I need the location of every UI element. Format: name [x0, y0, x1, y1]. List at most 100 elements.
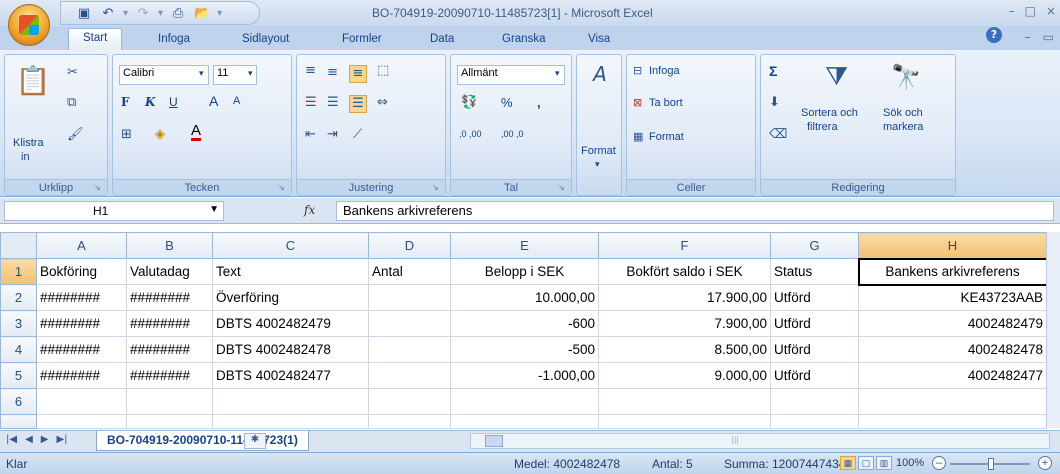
grow-font-button[interactable]: A: [209, 93, 218, 109]
cell[interactable]: Utförd: [770, 310, 859, 337]
cell[interactable]: [212, 414, 369, 429]
font-color-icon[interactable]: A: [191, 123, 202, 141]
number-format-select[interactable]: Allmänt: [457, 65, 565, 85]
cell[interactable]: Status: [770, 258, 859, 285]
cell[interactable]: DBTS 4002482477: [212, 362, 369, 389]
insert-cells-icon[interactable]: ⊟: [633, 63, 642, 79]
cell[interactable]: 4002482477: [858, 362, 1047, 389]
format-cells-icon[interactable]: ▦: [633, 129, 643, 145]
tab-visa[interactable]: Visa: [588, 30, 610, 50]
cell[interactable]: [36, 388, 127, 415]
column-header-f[interactable]: F: [598, 232, 771, 259]
align-bottom-icon[interactable]: ≡: [349, 65, 367, 83]
save-icon[interactable]: ▣: [75, 5, 93, 21]
cell[interactable]: ########: [36, 362, 127, 389]
cell[interactable]: [368, 310, 451, 337]
cell[interactable]: [858, 388, 1047, 415]
tab-data[interactable]: Data: [430, 30, 454, 50]
cell[interactable]: ########: [126, 310, 213, 337]
cell[interactable]: [126, 388, 213, 415]
zoom-out-button[interactable]: –: [932, 456, 946, 470]
prev-sheet-icon[interactable]: ◀: [25, 434, 33, 445]
row-header[interactable]: 6: [0, 388, 37, 415]
paste-sub-label[interactable]: in: [21, 151, 30, 163]
cell[interactable]: Utförd: [770, 284, 859, 311]
redo-icon[interactable]: ↷: [134, 5, 152, 21]
cell[interactable]: ########: [126, 336, 213, 363]
close-button[interactable]: ×: [1046, 4, 1056, 18]
italic-button[interactable]: K: [145, 95, 155, 109]
delete-cells-icon[interactable]: ⊠: [633, 95, 642, 111]
chevron-down-icon[interactable]: ▼: [209, 204, 219, 215]
cell[interactable]: Text: [212, 258, 369, 285]
column-header-h[interactable]: H: [858, 232, 1047, 259]
cell[interactable]: 8.500,00: [598, 336, 771, 363]
cell[interactable]: Bokfört saldo i SEK: [598, 258, 771, 285]
column-header-a[interactable]: A: [36, 232, 127, 259]
align-right-icon[interactable]: ☰: [349, 95, 367, 113]
currency-icon[interactable]: 💱: [461, 95, 477, 111]
delete-cells-button[interactable]: Ta bort: [649, 97, 683, 109]
sheet-tab[interactable]: BO-704919-20090710-11485723(1): [96, 431, 309, 451]
cell[interactable]: [126, 414, 213, 429]
name-box[interactable]: H1 ▼: [4, 201, 224, 221]
cell[interactable]: Valutadag: [126, 258, 213, 285]
cell[interactable]: ########: [36, 310, 127, 337]
dialog-launcher-icon[interactable]: ↘: [94, 183, 104, 193]
font-name-select[interactable]: Calibri: [119, 65, 209, 85]
insert-function-icon[interactable]: fx: [304, 203, 315, 217]
align-left-icon[interactable]: ☰: [305, 95, 317, 111]
align-middle-icon[interactable]: ≡: [327, 65, 338, 81]
format-painter-icon[interactable]: 🖌: [67, 127, 84, 143]
align-center-icon[interactable]: ☰: [327, 95, 339, 111]
find-select-icon[interactable]: 🔭: [891, 61, 921, 93]
zoom-in-button[interactable]: +: [1038, 456, 1052, 470]
tab-start[interactable]: Start: [68, 28, 123, 50]
cell[interactable]: [368, 388, 451, 415]
cell[interactable]: [450, 414, 599, 429]
cell[interactable]: [212, 388, 369, 415]
chevron-down-icon[interactable]: ▾: [199, 68, 204, 79]
page-layout-view-icon[interactable]: ▢: [858, 456, 874, 470]
merge-center-icon[interactable]: ⇔: [377, 95, 388, 111]
ribbon-restore-button[interactable]: ▭: [1043, 30, 1054, 44]
cell[interactable]: -1.000,00: [450, 362, 599, 389]
cell[interactable]: ########: [126, 362, 213, 389]
first-sheet-icon[interactable]: |◀: [6, 434, 17, 445]
comma-button[interactable]: ,: [537, 95, 541, 110]
decrease-indent-icon[interactable]: ⇤: [305, 127, 316, 143]
row-header[interactable]: 5: [0, 362, 37, 389]
cell[interactable]: Antal: [368, 258, 451, 285]
insert-cells-button[interactable]: Infoga: [649, 65, 680, 77]
page-break-view-icon[interactable]: ▥: [876, 456, 892, 470]
cell[interactable]: Utförd: [770, 336, 859, 363]
tab-granska[interactable]: Granska: [502, 30, 545, 50]
sort-filter-icon[interactable]: ⧩: [825, 61, 848, 93]
cut-icon[interactable]: ✂: [67, 65, 78, 81]
column-header-b[interactable]: B: [126, 232, 213, 259]
scrollbar-thumb[interactable]: [485, 435, 503, 447]
dialog-launcher-icon[interactable]: ↘: [278, 183, 288, 193]
column-header-g[interactable]: G: [770, 232, 859, 259]
open-icon[interactable]: 📂: [193, 5, 211, 21]
vertical-scrollbar[interactable]: [1046, 232, 1060, 428]
zoom-level[interactable]: 100%: [896, 457, 924, 469]
maximize-button[interactable]: □: [1025, 4, 1036, 18]
underline-button[interactable]: U: [169, 95, 178, 109]
clear-icon[interactable]: ⌫: [769, 127, 787, 143]
find-select-sub-label[interactable]: markera: [883, 121, 923, 133]
redo-dropdown-icon[interactable]: ▾: [158, 8, 163, 19]
decrease-decimal-button[interactable]: ,00 ,0: [501, 129, 524, 139]
cell[interactable]: Belopp i SEK: [450, 258, 599, 285]
next-sheet-icon[interactable]: ▶: [41, 434, 49, 445]
autosum-button[interactable]: Σ: [769, 63, 777, 79]
paste-icon[interactable]: 📋: [15, 61, 51, 101]
cell[interactable]: Bokföring: [36, 258, 127, 285]
cell[interactable]: [368, 362, 451, 389]
cell[interactable]: -500: [450, 336, 599, 363]
cell[interactable]: 4002482479: [858, 310, 1047, 337]
paste-button[interactable]: Klistra: [13, 137, 44, 149]
tab-infoga[interactable]: Infoga: [158, 30, 190, 50]
normal-view-icon[interactable]: ▦: [840, 456, 856, 470]
print-preview-icon[interactable]: ⎙: [169, 5, 187, 21]
